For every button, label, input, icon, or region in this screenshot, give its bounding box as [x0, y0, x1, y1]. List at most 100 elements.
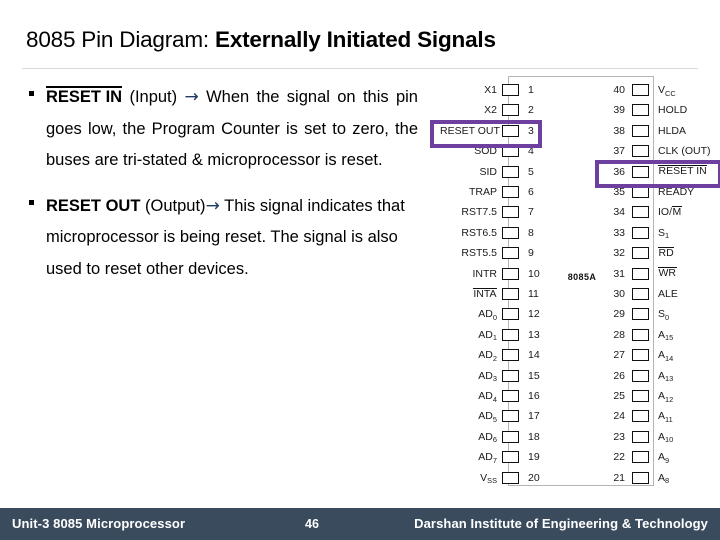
page-title: 8085 Pin Diagram: Externally Initiated S…	[26, 26, 694, 54]
pin-connector-icon	[502, 206, 519, 219]
bullet-text: RESET IN (Input) → When the signal on th…	[46, 82, 418, 177]
page-title-plain: 8085 Pin Diagram:	[26, 27, 216, 52]
pin-row-9: RST5.5 9	[440, 243, 562, 263]
pin-row-32: 32 RD	[598, 243, 720, 263]
pin-row-19: AD7 19	[440, 447, 562, 467]
pin-connector-icon	[632, 349, 649, 362]
pin-row-27: 27 A14	[598, 345, 720, 365]
pin-label-1: X1	[484, 84, 497, 96]
pin-label-2: X2	[484, 104, 497, 117]
pin-connector-icon	[632, 390, 649, 402]
pin-row-34: 34 IO/M	[598, 202, 720, 222]
pin-label-19: AD7	[478, 451, 497, 465]
pin-row-4: SOD 4	[440, 141, 562, 161]
pin-label-4: SOD	[474, 145, 497, 158]
pin-connector-icon	[502, 430, 519, 443]
pin-connector-icon	[632, 226, 649, 239]
pin-row-31: 31 WR	[598, 264, 720, 284]
pin-connector-icon	[502, 186, 519, 198]
pin-connector-icon	[632, 267, 649, 280]
pin-label-40: VCC	[658, 84, 676, 98]
pin-connector-icon	[632, 471, 649, 484]
pin-connector-icon	[502, 288, 519, 300]
pin-row-22: 22 A9	[598, 447, 720, 467]
pin-number-10: 10	[528, 267, 540, 280]
pin-label-26: A13	[658, 369, 674, 384]
pin-row-21: 21 A8	[598, 468, 720, 488]
arrow-icon: →	[205, 195, 220, 216]
pin-row-30: 30 ALE	[598, 284, 720, 304]
pin-number-13: 13	[528, 328, 540, 341]
pin-connector-icon	[502, 165, 519, 178]
pin-row-11: INTA 11	[440, 284, 562, 304]
pin-connector-icon	[632, 186, 649, 198]
signal-name-reset-out: RESET OUT	[46, 196, 141, 215]
pin-label-38: HLDA	[658, 124, 687, 137]
pin-connector-icon	[632, 451, 649, 464]
pin-connector-icon	[502, 145, 519, 158]
pin-connector-icon	[502, 84, 519, 96]
pin-label-34: IO/M	[658, 206, 682, 219]
arrow-icon: →	[184, 87, 199, 107]
pin-number-24: 24	[613, 410, 625, 423]
pin-label-11: INTA	[472, 287, 497, 300]
pin-row-20: VSS 20	[440, 468, 562, 488]
pin-row-33: 33 S1	[598, 223, 720, 243]
pin-label-18: AD6	[478, 430, 497, 445]
pin-number-7: 7	[528, 206, 534, 219]
pin-row-23: 23 A10	[598, 427, 720, 447]
bullet-text: RESET OUT (Output)→ This signal indicate…	[46, 191, 418, 286]
pin-connector-icon	[502, 369, 519, 382]
signal-direction: (Input)	[129, 88, 178, 106]
pin-row-15: AD3 15	[440, 366, 562, 386]
pin-row-25: 25 A12	[598, 386, 720, 406]
pin-row-5: SID 5	[440, 162, 562, 182]
pin-row-8: RST6.5 8	[440, 223, 562, 243]
pin-label-39: HOLD	[658, 104, 688, 117]
title-divider	[22, 68, 698, 69]
square-bullet-icon	[29, 91, 34, 96]
pin-row-36: 36 RESET IN	[598, 162, 720, 182]
pin-label-30: ALE	[658, 288, 678, 300]
pin-number-3: 3	[528, 124, 534, 137]
pin-number-11: 11	[528, 288, 539, 300]
pin-row-10: INTR 10	[440, 264, 562, 284]
square-bullet-icon	[29, 199, 34, 205]
pin-row-14: AD2 14	[440, 345, 562, 365]
pin-number-35: 35	[613, 186, 625, 198]
pin-label-25: A12	[658, 390, 674, 404]
pin-connector-icon	[632, 104, 649, 117]
pin-row-38: 38 HLDA	[598, 121, 720, 141]
pin-connector-icon	[502, 451, 519, 464]
pin-label-8: RST6.5	[461, 226, 497, 239]
pin-number-27: 27	[613, 349, 625, 362]
pin-row-37: 37 CLK (OUT)	[598, 141, 720, 161]
pin-label-6: TRAP	[468, 186, 497, 198]
pin-number-25: 25	[613, 390, 625, 402]
pin-row-18: AD6 18	[440, 427, 562, 447]
pin-number-39: 39	[613, 104, 625, 117]
pin-row-39: 39 HOLD	[598, 100, 720, 120]
pin-number-18: 18	[528, 430, 540, 443]
pin-number-2: 2	[528, 104, 534, 117]
pin-number-8: 8	[528, 226, 534, 239]
page-title-bold: Externally Initiated Signals	[215, 27, 496, 52]
pin-connector-icon	[632, 206, 649, 219]
footer-bar: Unit-3 8085 Microprocessor 46 Darshan In…	[0, 508, 720, 540]
pin-label-16: AD4	[478, 390, 497, 404]
list-item: RESET IN (Input) → When the signal on th…	[18, 82, 418, 177]
pin-connector-icon	[502, 308, 519, 321]
pin-connector-icon	[502, 471, 519, 484]
pin-number-22: 22	[613, 451, 625, 464]
pin-number-30: 30	[613, 288, 625, 300]
pin-number-9: 9	[528, 247, 534, 260]
pin-row-7: RST7.5 7	[440, 202, 562, 222]
pin-label-14: AD2	[478, 349, 497, 363]
signal-name-reset-in: RESET IN	[46, 86, 123, 106]
pin-number-6: 6	[528, 186, 534, 198]
pin-connector-icon	[632, 430, 649, 443]
pin-number-40: 40	[613, 84, 625, 96]
pin-row-1: X1 1	[440, 80, 562, 100]
pin-row-29: 29 S0	[598, 304, 720, 324]
footer-page-number: 46	[305, 517, 319, 531]
